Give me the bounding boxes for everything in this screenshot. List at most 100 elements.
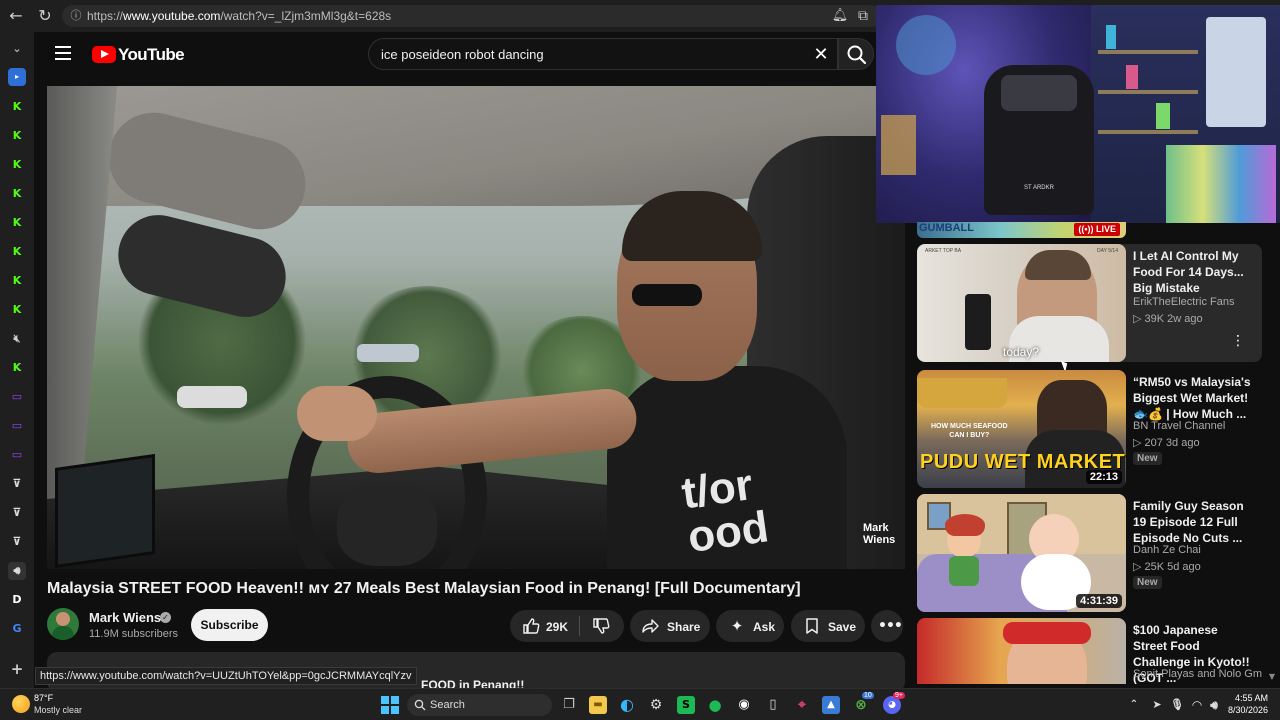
taskbar-search[interactable]: Search — [407, 694, 552, 716]
notification-bell-icon[interactable]: 🔔︎ — [830, 6, 850, 26]
twitch-tab-icon[interactable]: ▭ — [8, 417, 26, 435]
dislike-button[interactable] — [592, 617, 610, 635]
volume-icon[interactable]: 🔊︎ — [1205, 696, 1223, 714]
clock-time[interactable]: 4:55 AM — [1235, 693, 1268, 703]
wifi-icon[interactable]: ◠ — [1188, 696, 1206, 714]
windows-start-icon[interactable] — [381, 696, 399, 714]
new-tab-icon[interactable]: + — [8, 660, 26, 678]
kick-tab-icon[interactable]: K — [8, 185, 26, 203]
recommendation-item[interactable]: HOW MUCH SEAFOOD CAN I BUY? PUDU WET MAR… — [917, 370, 1262, 488]
kick-tab-icon[interactable]: K — [8, 243, 26, 261]
weather-condition[interactable]: Mostly clear — [34, 705, 82, 715]
video-thumbnail[interactable]: 4:31:39 — [917, 494, 1126, 612]
recommendation-channel[interactable]: BN Travel Channel — [1133, 420, 1225, 432]
hamburger-menu-icon[interactable] — [55, 46, 71, 60]
browser-sidebar: ⌄ ▸ K K K K K K K K 🔇︎ K ▭ ▭ ▭ ⊽ ⊽ ⊽ 🔊︎ … — [0, 32, 34, 688]
recommendation-title[interactable]: Family Guy Season 19 Episode 12 Full Epi… — [1133, 498, 1251, 546]
file-explorer-icon[interactable]: ▬ — [589, 696, 607, 714]
clear-search-icon[interactable]: ✕ — [811, 45, 831, 65]
settings-gear-icon[interactable]: ⚙ — [647, 696, 665, 714]
channel-name[interactable]: Mark Wiens — [89, 610, 161, 625]
discord-badge: 9+ — [893, 692, 905, 699]
like-button[interactable] — [522, 617, 540, 635]
edge-browser-icon[interactable]: ◐ — [618, 696, 636, 714]
recommendation-stats: ▷ 25K 5d ago — [1133, 561, 1201, 573]
video-thumbnail[interactable] — [917, 618, 1126, 684]
channel-avatar[interactable] — [47, 608, 79, 640]
recommendation-stats: ▷ 207 3d ago — [1133, 437, 1200, 449]
kick-tab-icon[interactable]: K — [8, 301, 26, 319]
map-pin-icon[interactable]: ⌖ — [793, 696, 811, 714]
download-tab-icon[interactable]: ⊽ — [8, 504, 26, 522]
google-tab-icon[interactable]: G — [8, 620, 26, 638]
kick-tab-icon[interactable]: K — [8, 127, 26, 145]
download-tab-icon[interactable]: ⊽ — [8, 533, 26, 551]
extensions-icon[interactable]: ⧉ — [853, 6, 873, 26]
video-duration: 22:13 — [1085, 470, 1122, 484]
twitch-tab-icon[interactable]: ▭ — [8, 446, 26, 464]
search-query[interactable]: ice poseideon robot dancing — [381, 47, 544, 62]
obs-icon[interactable]: ◉ — [735, 696, 753, 714]
video-player[interactable]: t/or ood Mark Wiens — [47, 86, 905, 569]
video-thumbnail[interactable]: ARKET TOP BA DAY 5/14 today? — [917, 244, 1126, 362]
kick-tab-icon[interactable]: K — [8, 214, 26, 232]
show-hidden-icons[interactable]: ⌃ — [1125, 696, 1143, 714]
share-icon — [642, 617, 660, 635]
subscribe-button[interactable]: Subscribe — [191, 609, 268, 641]
weather-temp[interactable]: 87°F — [34, 693, 53, 703]
more-vertical-icon[interactable]: ⋮ — [1231, 334, 1245, 348]
recommendation-item[interactable]: ARKET TOP BA DAY 5/14 today? I Let AI Co… — [917, 244, 1262, 373]
clock-date[interactable]: 8/30/2026 — [1228, 705, 1268, 715]
scroll-down-arrow-icon[interactable]: ▼ — [1266, 672, 1278, 682]
microphone-icon[interactable]: 🎙︎ — [1168, 696, 1186, 714]
recommendation-item[interactable]: 4:31:39 Family Guy Season 19 Episode 12 … — [917, 494, 1262, 612]
thumbs-down-icon — [593, 618, 610, 634]
recommendation-title[interactable]: “RM50 vs Malaysia's Biggest Wet Market! … — [1133, 374, 1251, 422]
youtube-play-icon — [92, 46, 116, 63]
like-count[interactable]: 29K — [546, 620, 568, 634]
recommendation-channel[interactable]: Danh Ze Chai — [1133, 544, 1201, 556]
thumbnail-caption: today? — [1003, 345, 1040, 359]
address-bar[interactable]: ⓘ https://www.youtube.com/watch?v=_lZjm3… — [62, 5, 882, 27]
refresh-icon[interactable]: ↻ — [35, 6, 55, 26]
kick-tab-icon[interactable]: K — [8, 359, 26, 377]
share-button[interactable]: Share — [630, 610, 710, 642]
muted-speaker-icon[interactable]: 🔇︎ — [8, 330, 26, 348]
video-thumbnail[interactable]: HOW MUCH SEAFOOD CAN I BUY? PUDU WET MAR… — [917, 370, 1126, 488]
search-input[interactable]: ice poseideon robot dancing ✕ — [368, 38, 838, 70]
app-tab-icon[interactable]: D — [8, 591, 26, 609]
kick-tab-icon[interactable]: K — [8, 98, 26, 116]
twitch-tab-icon[interactable]: ▭ — [8, 388, 26, 406]
save-button[interactable]: Save — [791, 610, 865, 642]
youtube-logo[interactable]: YouTube — [92, 45, 185, 65]
location-icon[interactable]: ➤ — [1148, 696, 1166, 714]
download-tab-icon[interactable]: ⊽ — [8, 475, 26, 493]
document-icon[interactable]: ▯ — [764, 696, 782, 714]
search-button[interactable] — [838, 38, 874, 70]
spotify-icon[interactable]: ● — [706, 696, 724, 714]
task-view-icon[interactable]: ❐ — [560, 696, 578, 714]
channel-watermark[interactable]: Mark Wiens — [863, 522, 903, 546]
weather-icon[interactable] — [12, 695, 30, 713]
recommendation-channel[interactable]: Sonit Playas and Nolo Gm... — [1133, 668, 1262, 680]
more-actions-button[interactable]: ••• — [871, 610, 903, 642]
back-icon[interactable]: ← — [6, 6, 26, 26]
recommendation-title[interactable]: I Let AI Control My Food For 14 Days... … — [1133, 248, 1251, 296]
tab-youtube-icon[interactable]: ▸ — [8, 68, 26, 86]
recommendation-item[interactable]: $100 Japanese Street Food Challenge in K… — [917, 618, 1262, 684]
recommendation-channel[interactable]: ErikTheElectric Fans — [1133, 296, 1234, 308]
live-badge: LIVE — [1095, 224, 1116, 234]
thumbs-up-icon — [523, 618, 540, 634]
site-info-icon[interactable]: ⓘ — [68, 8, 84, 24]
kick-tab-icon[interactable]: K — [8, 156, 26, 174]
shirt-logo-text: t/or ood — [678, 460, 772, 562]
address-url[interactable]: https://www.youtube.com/watch?v=_lZjm3mM… — [87, 9, 391, 23]
app-icon[interactable]: S — [677, 696, 695, 714]
collapse-chevron-icon[interactable]: ⌄ — [8, 40, 26, 58]
kick-tab-icon[interactable]: K — [8, 272, 26, 290]
new-badge: New — [1133, 452, 1162, 465]
live-stream-card[interactable]: GUMBALL ((•)) LIVE — [917, 222, 1126, 238]
speaker-icon[interactable]: 🔊︎ — [8, 562, 26, 580]
photos-icon[interactable]: ▲ — [822, 696, 840, 714]
ask-button[interactable]: ✦ Ask — [716, 610, 784, 642]
